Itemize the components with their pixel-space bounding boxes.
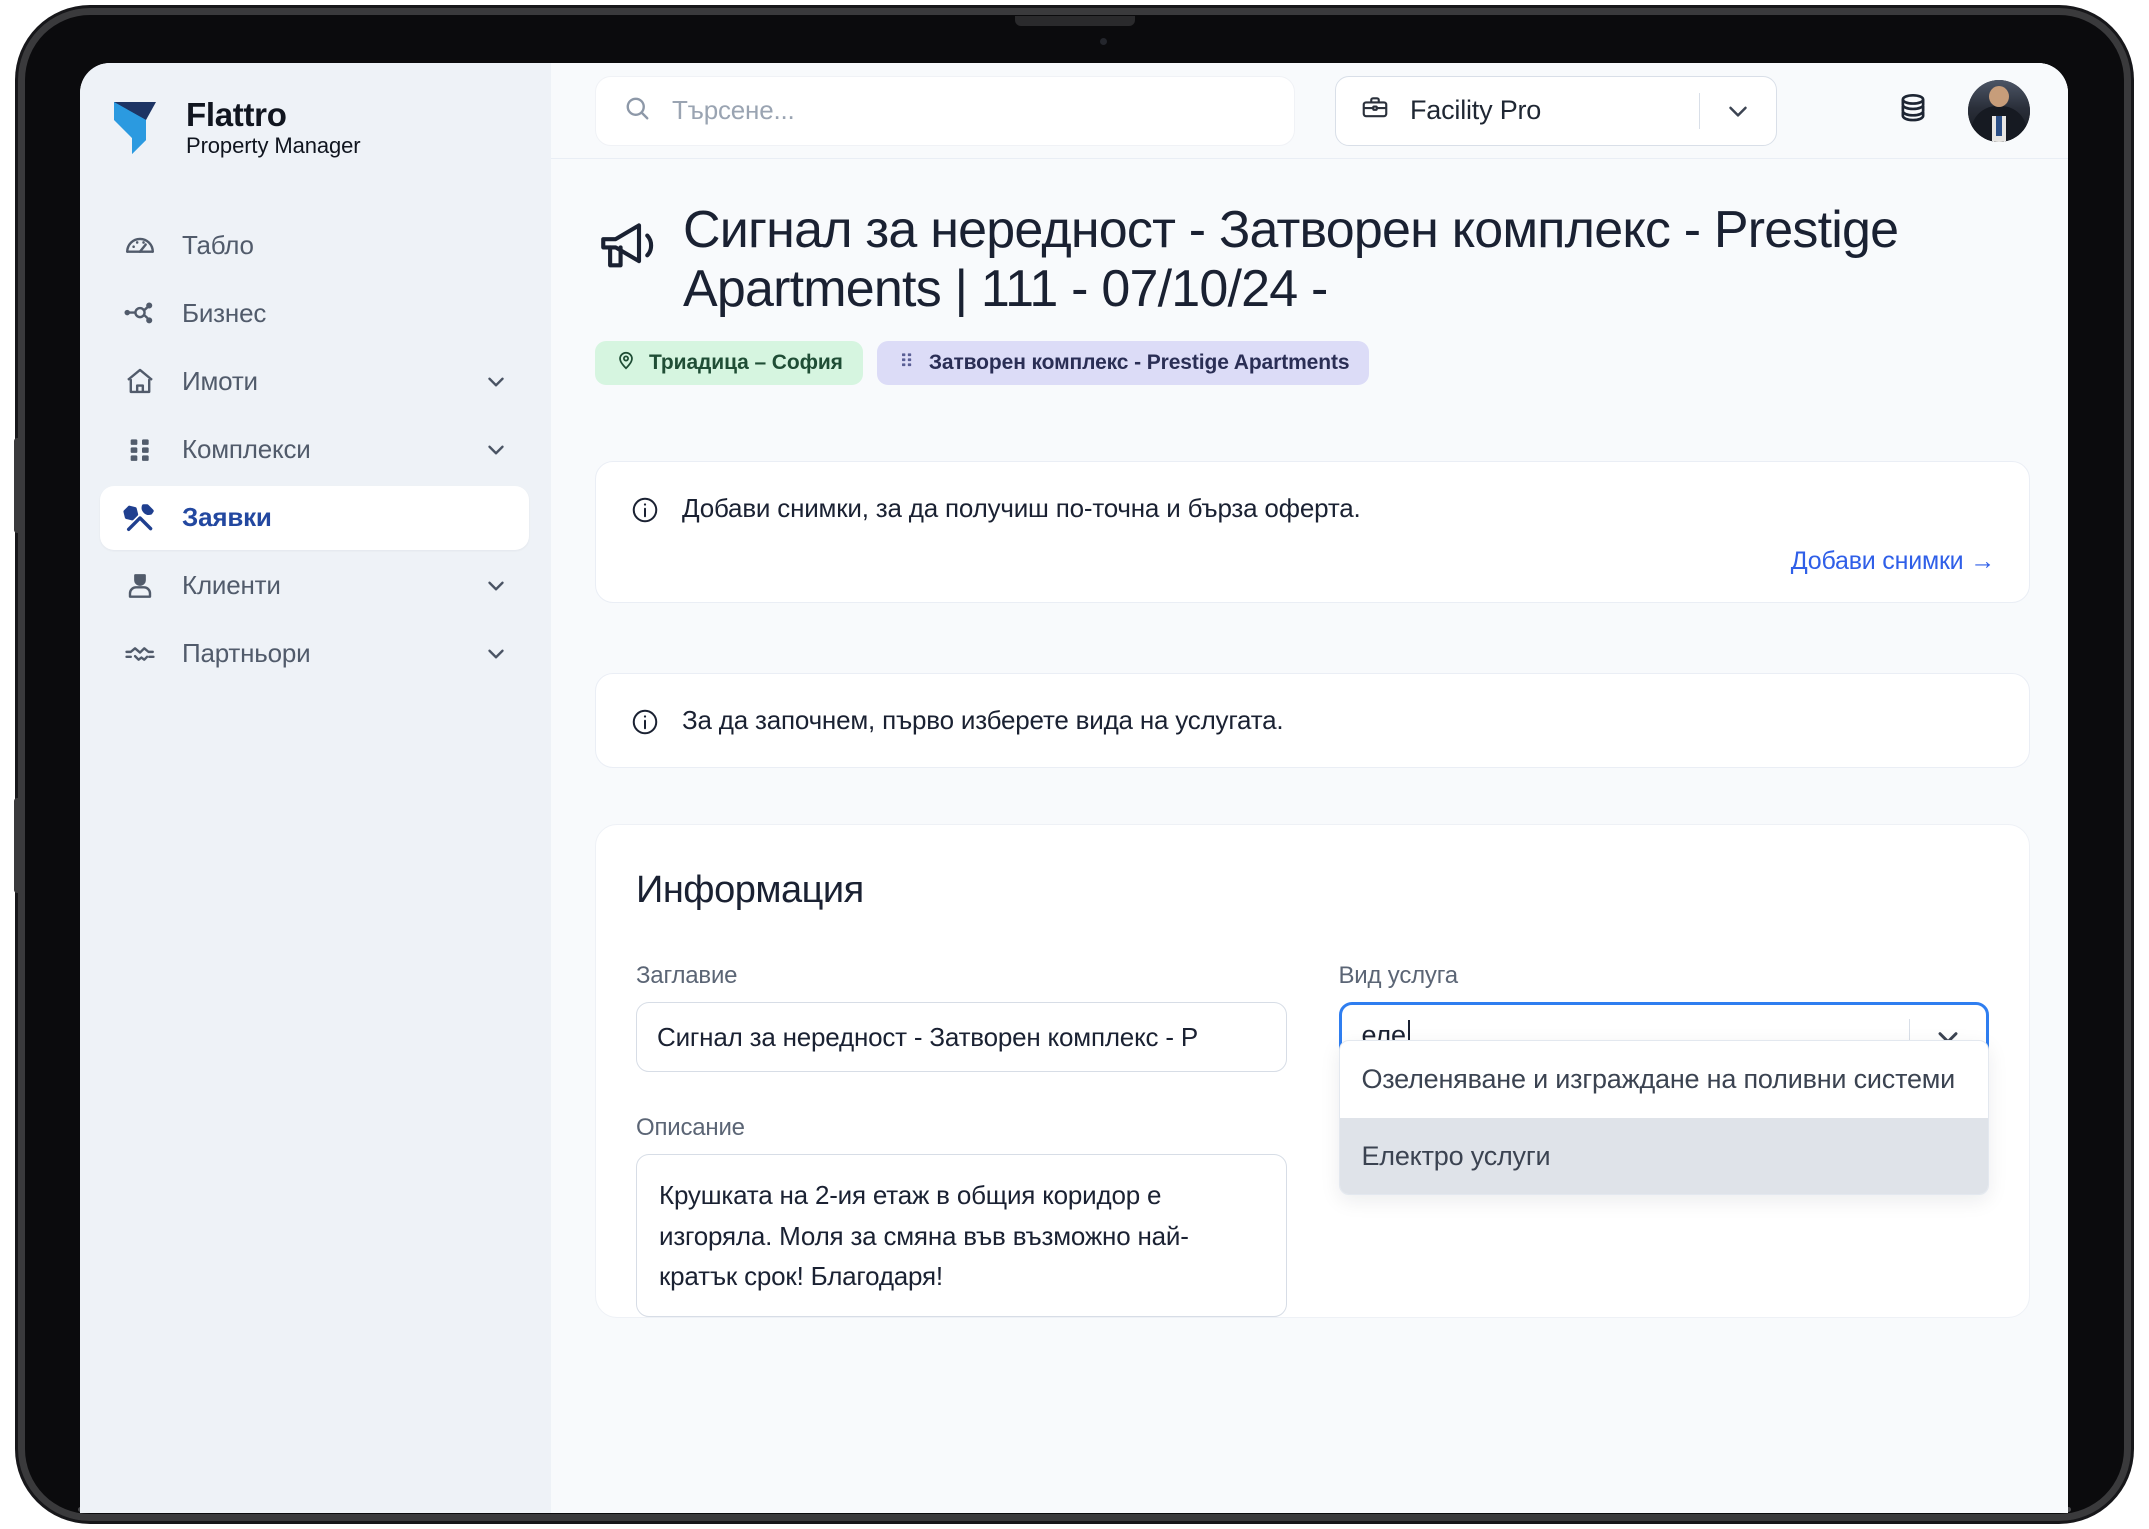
badge-label: Триадица – София bbox=[649, 350, 843, 374]
title-input[interactable]: Сигнал за нередност - Затворен комплекс … bbox=[636, 1002, 1287, 1073]
form-grid: Заглавие Сигнал за нередност - Затворен … bbox=[636, 962, 1989, 1318]
coins-stack-icon[interactable] bbox=[1894, 89, 1932, 132]
info-circle-icon bbox=[630, 495, 660, 525]
sidebar-item-zayavki[interactable]: Заявки bbox=[100, 485, 529, 550]
page-content: Сигнал за нередност - Затворен комплекс … bbox=[551, 159, 2068, 1513]
device-notch bbox=[1014, 16, 1135, 26]
topbar-actions bbox=[1850, 79, 2030, 142]
chevron-down-icon[interactable] bbox=[483, 641, 509, 667]
application-screen: Flattro Property Manager Табло Бизнес Им… bbox=[80, 63, 2068, 1513]
sidebar-nav: Табло Бизнес Имоти Комплекси Заявки Клие… bbox=[80, 214, 551, 686]
workspace-label: Facility Pro bbox=[1410, 95, 1542, 125]
alert-add-photos: Добави снимки, за да получиш по-точна и … bbox=[595, 460, 2030, 603]
dashboard-gauge-icon bbox=[120, 226, 160, 266]
topbar: Търсене... Facility Pro bbox=[551, 63, 2068, 159]
map-pin-icon bbox=[615, 349, 637, 377]
workspace-selector[interactable]: Facility Pro bbox=[1335, 75, 1777, 146]
home-icon bbox=[120, 362, 160, 402]
badge-group: Триадица – София Затворен комплекс - Pre… bbox=[595, 340, 2030, 385]
service-type-dropdown[interactable]: Озеленяване и изграждане на поливни сист… bbox=[1338, 1040, 1989, 1196]
alert-text: За да започнем, първо изберете вида на у… bbox=[682, 704, 1284, 735]
search-input-placeholder: Търсене... bbox=[672, 95, 795, 125]
device-side-button-1 bbox=[14, 438, 19, 533]
description-value: Крушката на 2-ия етаж в общия коридор е … bbox=[659, 1180, 1189, 1291]
status-badge-complex: Затворен комплекс - Prestige Apartments bbox=[876, 340, 1370, 385]
service-field-label: Вид услуга bbox=[1338, 962, 1459, 990]
sidebar-item-klienti[interactable]: Клиенти bbox=[100, 554, 529, 618]
business-network-icon bbox=[120, 294, 160, 334]
description-field: Описание Крушката на 2-ия етаж в общия к… bbox=[636, 1114, 1287, 1318]
search-icon bbox=[622, 93, 652, 128]
handshake-icon bbox=[120, 634, 160, 674]
sidebar-item-biznes[interactable]: Бизнес bbox=[100, 282, 529, 346]
flattro-logo-icon bbox=[114, 101, 156, 154]
description-field-label: Описание bbox=[636, 1114, 745, 1142]
sidebar-item-label: Клиенти bbox=[182, 570, 281, 601]
sidebar-item-label: Заявки bbox=[182, 502, 272, 533]
chevron-down-icon[interactable] bbox=[483, 437, 509, 463]
dropdown-option[interactable]: Озеленяване и изграждане на поливни сист… bbox=[1340, 1041, 1989, 1117]
chevron-down-icon[interactable] bbox=[483, 369, 509, 395]
chevron-down-icon[interactable] bbox=[1700, 96, 1776, 126]
device-side-button-2 bbox=[14, 798, 19, 893]
section-heading: Информация bbox=[636, 869, 864, 912]
description-textarea[interactable]: Крушката на 2-ия етаж в общия коридор е … bbox=[636, 1154, 1287, 1318]
megaphone-icon bbox=[601, 223, 654, 268]
sidebar-item-tablo[interactable]: Табло bbox=[100, 214, 529, 278]
sidebar: Flattro Property Manager Табло Бизнес Им… bbox=[80, 63, 551, 1513]
alert-select-service: За да започнем, първо изберете вида на у… bbox=[595, 672, 2030, 769]
brand-name: Flattro bbox=[186, 96, 287, 133]
title-field: Заглавие Сигнал за нередност - Затворен … bbox=[636, 962, 1287, 1073]
sidebar-item-partnyori[interactable]: Партньори bbox=[100, 622, 529, 686]
page-title-text: Сигнал за нередност - Затворен комплекс … bbox=[683, 201, 1899, 318]
brand-logo-block[interactable]: Flattro Property Manager bbox=[80, 63, 551, 159]
page-title: Сигнал за нередност - Затворен комплекс … bbox=[595, 201, 2030, 319]
briefcase-icon bbox=[1360, 93, 1390, 128]
chevron-down-icon[interactable] bbox=[483, 573, 509, 599]
device-camera-dot bbox=[1100, 38, 1107, 45]
search-input[interactable]: Търсене... bbox=[595, 75, 1295, 146]
user-person-icon bbox=[120, 566, 160, 606]
info-circle-icon bbox=[630, 707, 660, 737]
information-card: Информация Заглавие Сигнал за нередност … bbox=[595, 824, 2030, 1319]
sidebar-item-label: Имоти bbox=[182, 366, 258, 397]
sidebar-item-label: Табло bbox=[182, 230, 254, 261]
brand-subtitle: Property Manager bbox=[186, 132, 361, 158]
badge-label: Затворен комплекс - Prestige Apartments bbox=[928, 350, 1350, 374]
grid-dots-icon bbox=[120, 430, 160, 470]
sidebar-item-kompleksi[interactable]: Комплекси bbox=[100, 418, 529, 482]
add-photos-link[interactable]: Добави снимки → bbox=[1791, 547, 1995, 576]
alert-text: Добави снимки, за да получиш по-точна и … bbox=[682, 492, 1361, 523]
status-badge-location: Триадица – София bbox=[595, 340, 863, 385]
tools-wrench-screwdriver-icon bbox=[120, 498, 160, 538]
avatar[interactable] bbox=[1968, 79, 2030, 142]
main-area: Търсене... Facility Pro Сигнал за нередн… bbox=[551, 63, 2068, 1513]
service-type-field: Вид услуга еле Озеленяване и изграждане … bbox=[1338, 962, 1989, 1196]
grid-dots-icon bbox=[897, 350, 917, 376]
sidebar-item-label: Бизнес bbox=[182, 298, 267, 329]
sidebar-item-label: Партньори bbox=[182, 638, 311, 669]
dropdown-option[interactable]: Електро услуги bbox=[1339, 1117, 1988, 1195]
title-field-label: Заглавие bbox=[636, 962, 738, 990]
device-frame: Flattro Property Manager Табло Бизнес Им… bbox=[14, 8, 2131, 1521]
sidebar-item-imoti[interactable]: Имоти bbox=[100, 350, 529, 414]
sidebar-item-label: Комплекси bbox=[182, 434, 311, 465]
